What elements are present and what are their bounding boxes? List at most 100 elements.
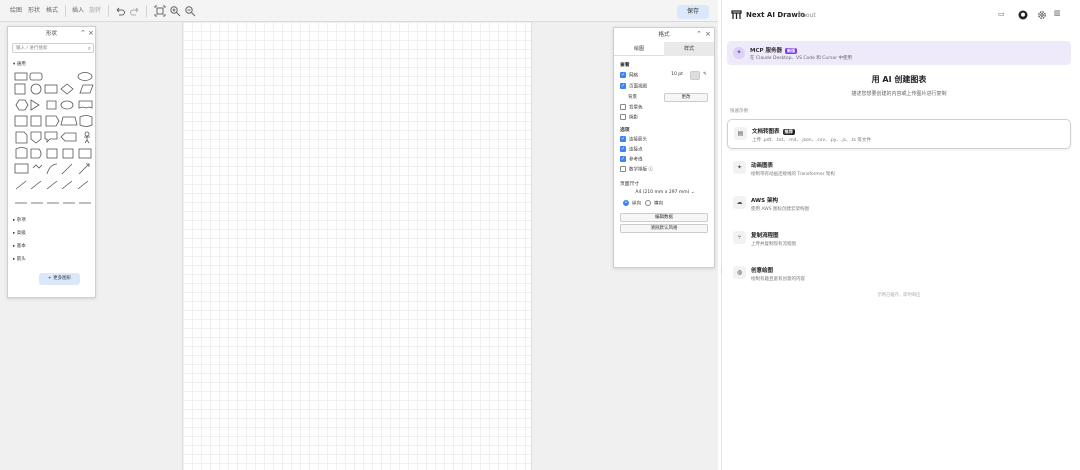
checkbox-label: 阴影 <box>629 115 638 121</box>
guides-checkbox[interactable]: ✓ 参考线 <box>620 156 643 164</box>
settings-icon[interactable] <box>1037 10 1047 20</box>
example-document-to-diagram[interactable]: ▤ 文档转图表 推荐 上传 .pdf、.txt、.md、.json、.csv、.p… <box>727 119 1071 149</box>
format-tabs: 绘图 样式 <box>614 42 714 56</box>
palette-icon: ◍ <box>733 266 746 279</box>
shape-process <box>44 84 58 94</box>
menu-rotate[interactable]: 旋转 <box>89 0 101 22</box>
close-icon[interactable]: × <box>88 29 94 37</box>
category-basic[interactable]: ▸ 基本 <box>13 243 26 249</box>
shape-triangle <box>30 99 40 111</box>
menu-format[interactable]: 格式 <box>46 0 58 22</box>
example-title: AWS 架构 <box>751 198 778 204</box>
sidebar-subheading: 描述您想要创建的内容或上传图片进行复制 <box>851 91 947 97</box>
search-placeholder: 输入 / 进行搜索 <box>16 46 48 51</box>
about-link[interactable]: About <box>798 12 816 19</box>
example-description: 绘制带有动画连接线的 Transformer 架构 <box>751 172 835 177</box>
category-misc[interactable]: ▸ 杂项 <box>13 217 26 223</box>
shape-delay <box>30 148 42 159</box>
tab-diagram[interactable]: 绘图 <box>614 42 664 56</box>
flow-icon: ⑂ <box>733 231 746 244</box>
example-description: 使用 AWS 图标创建云架构图 <box>751 207 809 212</box>
shape-cylinder <box>46 100 57 110</box>
save-button[interactable]: 保存 <box>677 5 709 19</box>
paper-size-select[interactable]: A4 (210 mm x 297 mm) ⌄ <box>622 189 708 196</box>
shape-search-input[interactable]: 输入 / 进行搜索 ⌕ <box>12 43 94 53</box>
shape-note <box>15 131 28 144</box>
grid-color-swatch[interactable] <box>690 71 700 80</box>
document-icon: ▤ <box>734 127 747 140</box>
redo-icon[interactable] <box>129 5 141 17</box>
feedback-icon[interactable]: ▭ <box>998 10 1005 18</box>
more-shapes-button[interactable]: + 更多图形 <box>39 273 80 285</box>
shape-arc <box>46 163 58 175</box>
checkbox-label: 连接箭头 <box>629 137 647 143</box>
landscape-radio[interactable]: 横向 <box>645 200 663 208</box>
diagram-canvas[interactable] <box>182 22 532 470</box>
shape-actor <box>84 131 90 137</box>
mcp-title: MCP 服务器 新版 <box>750 46 798 54</box>
connection-points-checkbox[interactable]: ✓ 连接点 <box>620 146 643 154</box>
github-icon[interactable] <box>1018 10 1028 20</box>
background-color-checkbox[interactable]: 背景色 <box>620 104 643 112</box>
category-advanced[interactable]: ▸ 高级 <box>13 230 26 236</box>
checkbox-label: 参考线 <box>629 157 643 163</box>
checkbox-label: 数学排版 <box>629 167 647 173</box>
connection-arrows-checkbox[interactable]: ✓ 连接箭头 <box>620 136 647 144</box>
example-title-text: 文档转图表 <box>752 129 780 135</box>
example-copy-flowchart[interactable]: ⑂ 复制流程图 上传并复制现有流程图 <box>727 224 1071 254</box>
page-view-checkbox[interactable]: ✓ 页面视图 <box>620 83 647 91</box>
toolbar-divider <box>65 5 66 17</box>
shape-step <box>45 115 60 127</box>
shape-palette[interactable] <box>14 71 94 237</box>
example-animated-diagram[interactable]: ✦ 动画图表 绘制带有动画连接线的 Transformer 架构 <box>727 154 1071 184</box>
collapse-icon[interactable]: ⌃ <box>696 30 702 38</box>
quick-examples-label: 快速示例 <box>730 109 748 114</box>
example-title: 复制流程图 <box>751 233 779 239</box>
example-creative-drawing[interactable]: ◍ 创意绘图 绘制有趣且富有创意的内容 <box>727 259 1071 289</box>
logo-icon <box>731 10 742 19</box>
category-arrows[interactable]: ▸ 箭头 <box>13 256 26 262</box>
close-icon[interactable]: × <box>705 30 711 38</box>
collapse-icon[interactable]: ⌃ <box>80 29 86 37</box>
format-panel: 格式 ⌃ × 绘图 样式 查看 ✓ 网格 10 pt ✎ ✓ 页面视图 背景 更改 … <box>613 27 715 268</box>
grid-size-input[interactable]: 10 pt <box>666 71 688 80</box>
menu-insert[interactable]: 插入 <box>72 0 84 22</box>
edit-data-button[interactable]: 编辑数据 <box>620 213 708 222</box>
edit-icon[interactable]: ✎ <box>703 71 707 78</box>
menu-draw[interactable]: 绘图 <box>10 0 22 22</box>
change-background-button[interactable]: 更改 <box>664 93 708 102</box>
math-typesetting-checkbox[interactable]: 数学排版 ⓘ <box>620 166 653 174</box>
fit-page-icon[interactable] <box>154 5 166 17</box>
example-description: 上传并复制现有流程图 <box>751 242 796 247</box>
toolbar-divider <box>146 5 147 17</box>
zoom-in-icon[interactable] <box>169 5 181 17</box>
grid-checkbox[interactable]: ✓ 网格 <box>620 72 638 80</box>
menu-shapes[interactable]: 形状 <box>28 0 40 22</box>
portrait-radio[interactable]: • 纵向 <box>623 200 641 208</box>
clear-default-style-button[interactable]: 清除默认风格 <box>620 224 708 233</box>
shape-cube <box>30 115 42 127</box>
chevron-down-icon: ⌄ <box>690 190 695 195</box>
mcp-banner[interactable]: ✦ MCP 服务器 新版 在 Claude Desktop、VS Code 和 C… <box>727 41 1071 65</box>
example-aws-architecture[interactable]: ☁ AWS 架构 使用 AWS 图标创建云架构图 <box>727 189 1071 219</box>
shape-tag <box>60 132 77 142</box>
shape-frame <box>46 148 58 159</box>
zoom-out-icon[interactable] <box>184 5 196 17</box>
layout-icon[interactable]: ▥ <box>1054 9 1061 17</box>
radio-label: 横向 <box>654 201 663 207</box>
shape-hexagon <box>15 99 29 111</box>
background-label: 背景 <box>628 95 637 100</box>
shape-tape <box>79 115 93 127</box>
shape-swimlane <box>78 148 92 159</box>
brand-name: Next AI Drawio <box>746 11 806 19</box>
shape-square <box>14 83 26 95</box>
shape-document <box>78 100 93 109</box>
help-icon[interactable]: ⓘ <box>648 168 653 173</box>
tab-style[interactable]: 样式 <box>664 42 714 56</box>
mcp-description: 在 Claude Desktop、VS Code 和 Cursor 中使用 <box>750 56 853 61</box>
resize-handle[interactable]: ⋮ <box>719 268 724 274</box>
shape-parallelogram <box>79 84 94 94</box>
category-general[interactable]: ▾ 通用 <box>13 61 26 67</box>
shadow-checkbox[interactable]: 阴影 <box>620 114 638 122</box>
undo-icon[interactable] <box>114 5 126 17</box>
